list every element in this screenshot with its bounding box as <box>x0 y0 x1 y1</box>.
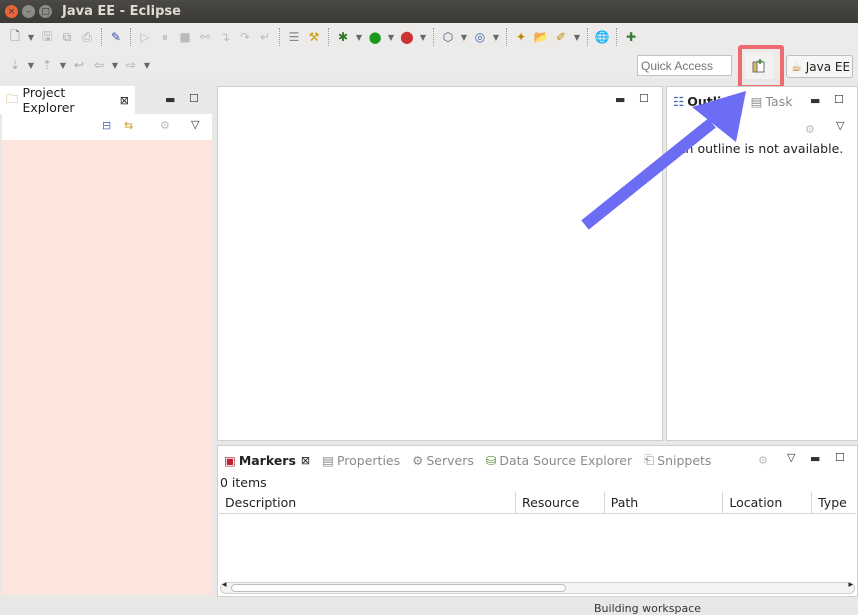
annotation-arrow <box>581 91 746 230</box>
